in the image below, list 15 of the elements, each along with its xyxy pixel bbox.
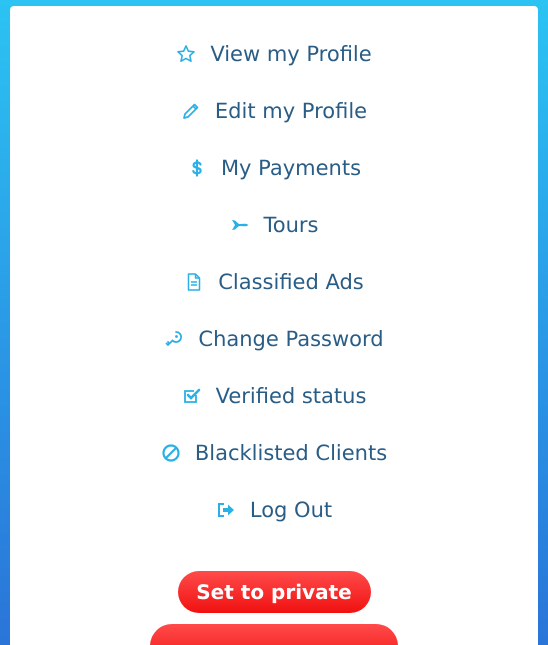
- ban-icon: [160, 442, 181, 462]
- key-icon: [164, 328, 184, 348]
- check-icon: [182, 386, 202, 406]
- menu-link[interactable]: Blacklisted Clients: [160, 429, 388, 486]
- menu-link[interactable]: Change Password: [164, 315, 384, 372]
- menu-link[interactable]: Edit my Profile: [180, 87, 368, 144]
- action-button[interactable]: Set to private: [178, 571, 370, 613]
- star-icon: [176, 44, 196, 64]
- menu-link[interactable]: Log Out: [216, 486, 332, 543]
- menu-link[interactable]: Verified status: [182, 372, 366, 429]
- menu-link[interactable]: Classified Ads: [184, 258, 364, 315]
- menu-link[interactable]: My Payments: [186, 144, 362, 201]
- menu-link[interactable]: View my Profile: [176, 30, 372, 87]
- pencil-icon: [180, 100, 201, 120]
- menu-link[interactable]: Tours: [230, 201, 318, 258]
